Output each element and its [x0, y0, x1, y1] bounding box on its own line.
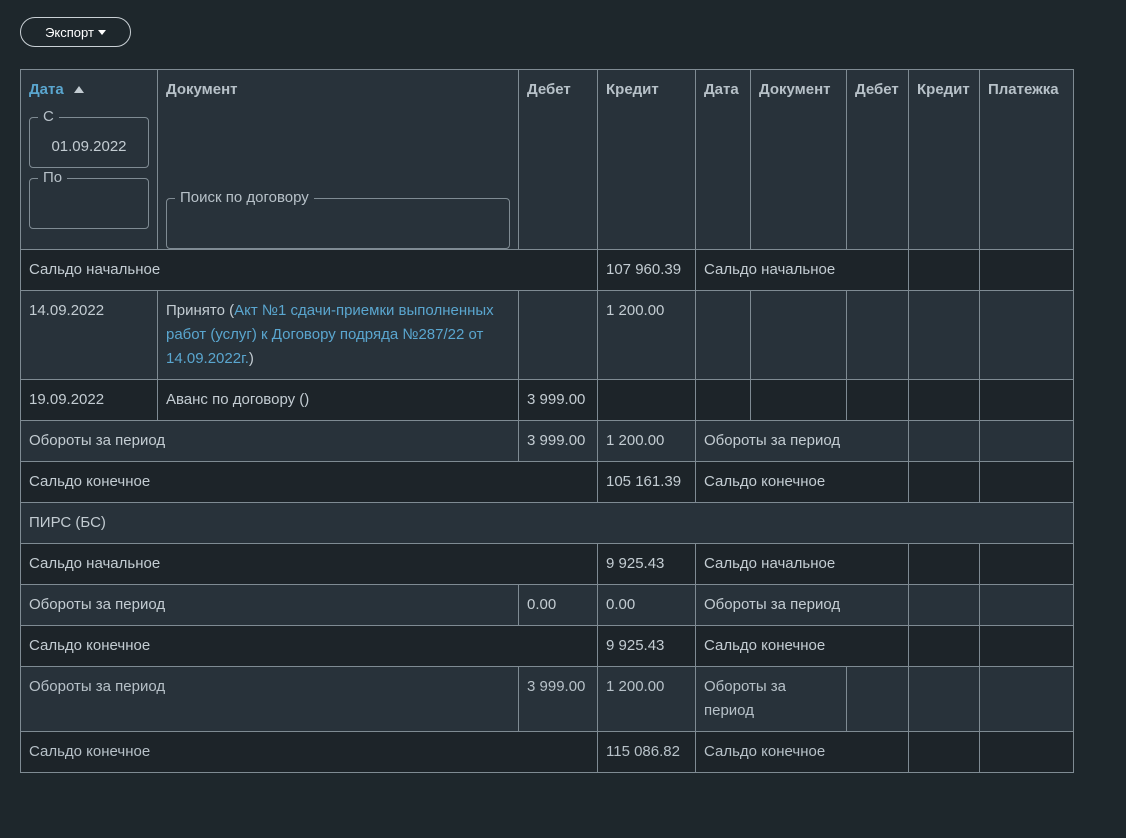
closing-balance-label: Сальдо конечное: [20, 461, 598, 503]
closing-balance-label: Сальдо конечное: [20, 625, 598, 667]
opening-balance-credit: 107 960.39: [597, 249, 696, 291]
col-header-date-2: Дата: [695, 69, 751, 250]
total-closing-row: Сальдо конечное 115 086.82 Сальдо конечн…: [20, 731, 1074, 773]
col-header-document-2: Документ: [750, 69, 847, 250]
opening-balance-label: Сальдо начальное: [20, 543, 598, 585]
opening-balance-right-label: Сальдо начальное: [695, 249, 909, 291]
contract-search-field[interactable]: Поиск по договору: [166, 188, 510, 249]
row-credit: 1 200.00: [597, 290, 696, 380]
date-to-label: По: [38, 168, 68, 188]
closing-balance-right-label: Сальдо конечное: [695, 461, 909, 503]
table-header-row: Дата С 01.09.2022 По Документ Поиск по д…: [20, 69, 1074, 250]
export-label: Экспорт: [45, 24, 94, 40]
opening-balance-row: Сальдо начальное 9 925.43 Сальдо начальн…: [20, 543, 1074, 585]
row-date: 14.09.2022: [20, 290, 158, 380]
date-to-field[interactable]: По: [29, 168, 149, 229]
closing-balance-right-label: Сальдо конечное: [695, 625, 909, 667]
col-header-credit-2: Кредит: [908, 69, 980, 250]
col-header-document: Документ Поиск по договору: [157, 69, 519, 250]
turnover-debit: 3 999.00: [518, 420, 598, 462]
row-document: Аванс по договору (): [157, 379, 519, 421]
total-turnover-label: Обороты за период: [20, 666, 519, 732]
date-from-field[interactable]: С 01.09.2022: [29, 107, 149, 168]
date-from-label: С: [38, 107, 59, 127]
turnover-label: Обороты за период: [20, 584, 519, 626]
document-header-label: Документ: [166, 81, 238, 98]
total-closing-credit: 115 086.82: [597, 731, 696, 773]
total-turnover-right-label: Обороты за период: [695, 666, 847, 732]
col-header-debit-2: Дебет: [846, 69, 909, 250]
contract-search-label: Поиск по договору: [175, 188, 314, 208]
closing-balance-credit: 105 161.39: [597, 461, 696, 503]
table-row: 14.09.2022 Принято (Акт №1 сдачи-приемки…: [20, 290, 1074, 380]
closing-balance-row: Сальдо конечное 105 161.39 Сальдо конечн…: [20, 461, 1074, 503]
opening-balance-row: Сальдо начальное 107 960.39 Сальдо начал…: [20, 249, 1074, 291]
table-row: 19.09.2022 Аванс по договору () 3 999.00: [20, 379, 1074, 421]
sort-asc-icon[interactable]: [73, 86, 84, 93]
total-turnover-credit: 1 200.00: [597, 666, 696, 732]
turnover-right-label: Обороты за период: [695, 584, 909, 626]
contract-section-row: ПИРС (БС): [20, 502, 1074, 544]
turnover-credit: 1 200.00: [597, 420, 696, 462]
turnover-debit: 0.00: [518, 584, 598, 626]
opening-balance-credit: 9 925.43: [597, 543, 696, 585]
row-debit: 3 999.00: [518, 379, 598, 421]
opening-balance-right-label: Сальдо начальное: [695, 543, 909, 585]
closing-balance-credit: 9 925.43: [597, 625, 696, 667]
reconciliation-table: Дата С 01.09.2022 По Документ Поиск по д…: [20, 69, 1074, 773]
opening-balance-label: Сальдо начальное: [20, 249, 598, 291]
col-header-debit: Дебет: [518, 69, 598, 250]
turnover-credit: 0.00: [597, 584, 696, 626]
total-closing-label: Сальдо конечное: [20, 731, 598, 773]
row-debit: [518, 290, 598, 380]
caret-down-icon: [97, 30, 106, 35]
export-button[interactable]: Экспорт: [20, 17, 131, 47]
total-turnover-row: Обороты за период 3 999.00 1 200.00 Обор…: [20, 666, 1074, 732]
contract-section-title: ПИРС (БС): [20, 502, 1074, 544]
total-turnover-debit: 3 999.00: [518, 666, 598, 732]
col-header-payment: Платежка: [979, 69, 1074, 250]
closing-balance-row: Сальдо конечное 9 925.43 Сальдо конечное: [20, 625, 1074, 667]
row-date: 19.09.2022: [20, 379, 158, 421]
row-document: Принято (Акт №1 сдачи-приемки выполненны…: [157, 290, 519, 380]
turnover-label: Обороты за период: [20, 420, 519, 462]
turnover-right-label: Обороты за период: [695, 420, 909, 462]
col-header-credit: Кредит: [597, 69, 696, 250]
row-credit: [597, 379, 696, 421]
col-header-date: Дата С 01.09.2022 По: [20, 69, 158, 250]
turnover-row: Обороты за период 3 999.00 1 200.00 Обор…: [20, 420, 1074, 462]
doc-prefix: Принято (: [166, 302, 235, 319]
turnover-row: Обороты за период 0.00 0.00 Обороты за п…: [20, 584, 1074, 626]
doc-suffix: ): [248, 350, 254, 367]
total-closing-right-label: Сальдо конечное: [695, 731, 909, 773]
sort-date-link[interactable]: Дата: [29, 81, 64, 98]
